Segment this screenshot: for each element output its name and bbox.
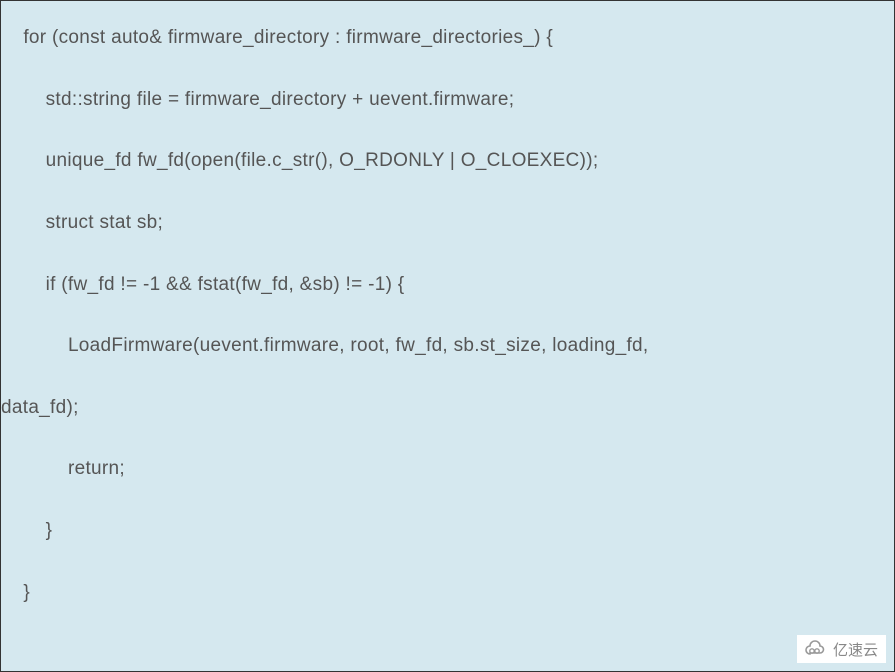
watermark-text: 亿速云: [833, 639, 878, 660]
code-line: if (fw_fd != -1 && fstat(fw_fd, &sb) != …: [1, 272, 894, 298]
code-line: std::string file = firmware_directory + …: [1, 87, 894, 113]
cloud-logo-icon: [803, 640, 827, 658]
code-line: struct stat sb;: [1, 210, 894, 236]
code-snippet-box: for (const auto& firmware_directory : fi…: [0, 0, 895, 672]
code-line: unique_fd fw_fd(open(file.c_str(), O_RDO…: [1, 148, 894, 174]
code-line: data_fd);: [1, 395, 894, 421]
code-line: LoadFirmware(uevent.firmware, root, fw_f…: [1, 333, 894, 359]
code-line: }: [1, 580, 894, 606]
watermark: 亿速云: [797, 635, 886, 663]
code-line: }: [1, 518, 894, 544]
code-line: for (const auto& firmware_directory : fi…: [1, 25, 894, 51]
code-content: for (const auto& firmware_directory : fi…: [1, 1, 894, 629]
code-line: return;: [1, 456, 894, 482]
